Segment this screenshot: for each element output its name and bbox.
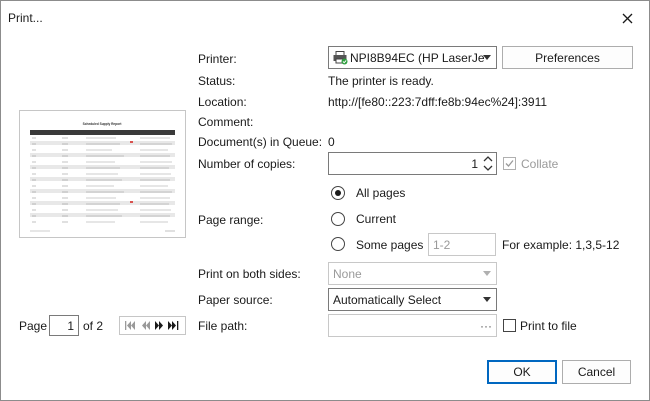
first-page-icon[interactable] (124, 321, 137, 330)
window-title: Print... (8, 11, 43, 25)
close-button[interactable] (613, 5, 641, 31)
ok-button[interactable]: OK (487, 360, 557, 384)
title-bar: Print... (1, 1, 649, 35)
paper-source-label: Paper source: (198, 293, 273, 307)
both-sides-select[interactable]: None (328, 262, 497, 285)
chevron-down-icon (483, 271, 491, 276)
printer-icon (333, 50, 348, 64)
both-sides-value: None (333, 266, 362, 281)
print-to-file-label: Print to file (520, 319, 577, 333)
copies-up-icon[interactable] (483, 156, 493, 162)
preview-page-graphic: Scheduled Supply Report (30, 122, 175, 232)
paper-source-select[interactable]: Automatically Select (328, 288, 497, 311)
copies-value: 1 (471, 156, 478, 171)
collate-checkbox[interactable] (503, 157, 516, 170)
file-path-label: File path: (198, 319, 248, 333)
both-sides-label: Print on both sides: (198, 267, 301, 281)
page-label: Page (19, 319, 48, 333)
print-to-file-checkbox[interactable] (503, 319, 516, 332)
comment-label: Comment: (198, 115, 254, 129)
close-icon (622, 13, 632, 23)
paper-source-value: Automatically Select (333, 292, 442, 307)
printer-label: Printer: (198, 52, 237, 66)
status-value: The printer is ready. (328, 74, 434, 88)
preferences-button[interactable]: Preferences (502, 46, 633, 69)
printer-select-value: NPI8B94EC (HP LaserJe (350, 50, 485, 65)
queue-value: 0 (328, 135, 335, 149)
print-preview: Scheduled Supply Report (19, 110, 186, 238)
last-page-icon[interactable] (168, 321, 180, 330)
next-page-icon[interactable] (154, 321, 164, 330)
page-total: of 2 (83, 319, 104, 333)
copies-label: Number of copies: (198, 157, 296, 171)
all-pages-radio[interactable] (331, 186, 345, 200)
some-pages-label: Some pages (356, 238, 424, 252)
collate-label: Collate (521, 157, 559, 171)
page-number-input[interactable]: 1 (49, 315, 79, 336)
chevron-down-icon (483, 55, 491, 60)
page-range-example: For example: 1,3,5-12 (502, 238, 620, 252)
status-label: Status: (198, 74, 236, 88)
current-page-radio[interactable] (331, 212, 345, 226)
checkmark-icon (505, 160, 514, 167)
some-pages-input[interactable]: 1-2 (428, 233, 496, 256)
printer-select[interactable]: NPI8B94EC (HP LaserJe (328, 46, 497, 69)
page-range-label: Page range: (198, 213, 264, 227)
all-pages-label: All pages (356, 186, 406, 200)
browse-button[interactable]: ··· (480, 319, 492, 333)
cancel-button[interactable]: Cancel (562, 360, 631, 384)
chevron-down-icon (483, 297, 491, 302)
copies-input[interactable]: 1 (328, 152, 497, 175)
location-label: Location: (198, 95, 247, 109)
copies-down-icon[interactable] (483, 165, 493, 171)
file-path-input[interactable]: ··· (328, 314, 497, 337)
preview-doc-title: Scheduled Supply Report (83, 122, 123, 126)
previous-page-icon[interactable] (141, 321, 151, 330)
queue-label: Document(s) in Queue: (198, 135, 323, 149)
location-value: http://[fe80::223:7dff:fe8b:94ec%24]:391… (328, 95, 548, 109)
current-page-label: Current (356, 212, 397, 226)
some-pages-radio[interactable] (331, 237, 345, 251)
print-dialog: Print... Scheduled Supply Report Page 1 … (0, 0, 650, 401)
page-navigation (119, 316, 186, 335)
